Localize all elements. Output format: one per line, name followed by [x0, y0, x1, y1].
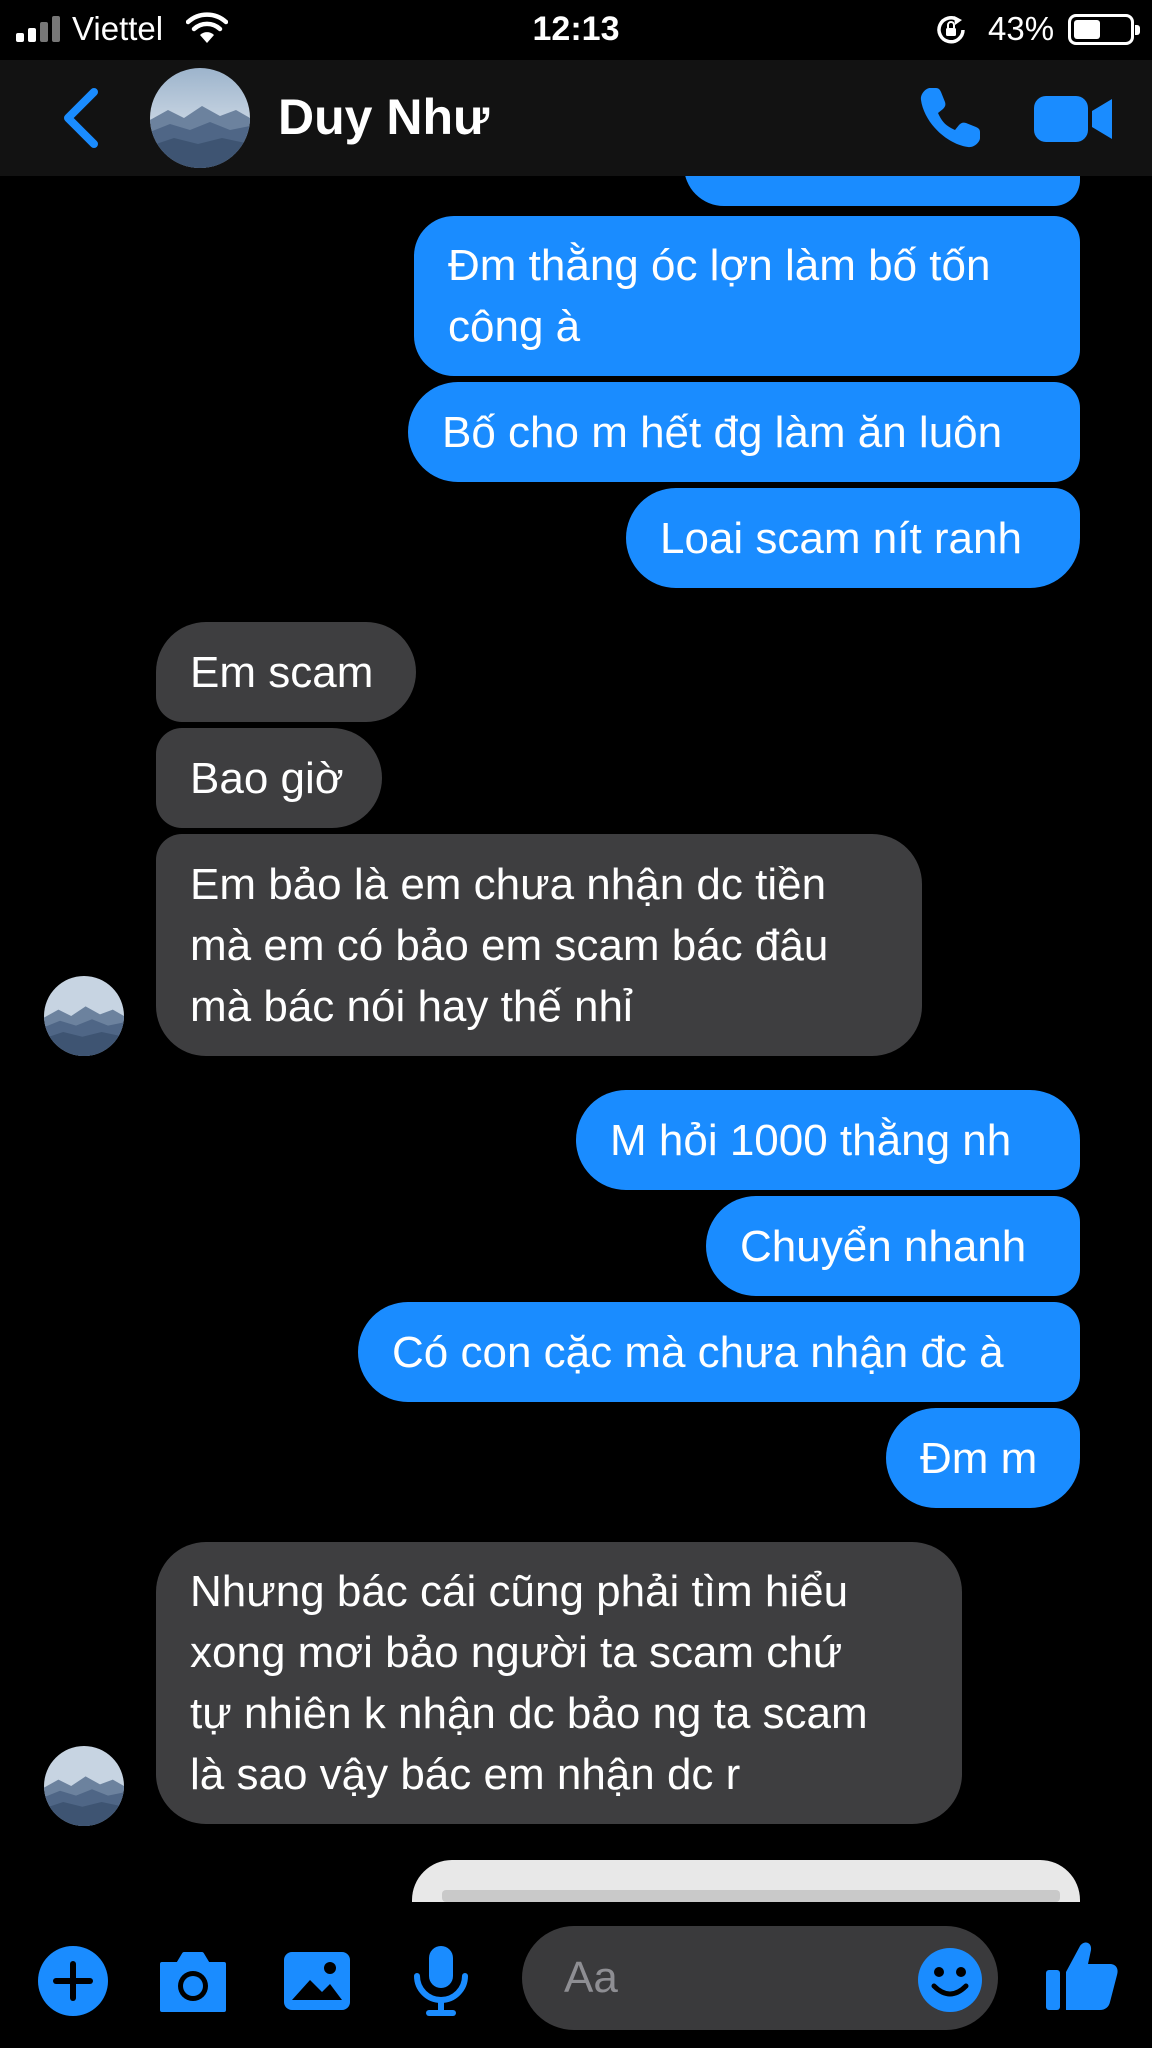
contact-name[interactable]: Duy Như: [278, 88, 489, 146]
message-bubble[interactable]: Em scam: [156, 622, 416, 722]
message-bubble[interactable]: Chuyển nhanh: [706, 1196, 1080, 1296]
battery-percentage: 43%: [988, 10, 1055, 47]
message-text: mà em có bảo em scam bác đâu: [190, 920, 829, 970]
emoji-icon[interactable]: [916, 1946, 984, 2014]
message-input[interactable]: [564, 1926, 894, 2030]
rotation-lock-icon: [937, 16, 965, 44]
message-text: tự nhiên k nhận dc bảo ng ta scam: [190, 1689, 868, 1738]
message-bubble[interactable]: Bao giờ: [156, 728, 382, 828]
message-text: Loai scam nít ranh: [660, 513, 1022, 563]
camera-icon[interactable]: [156, 1944, 230, 2018]
message-bubble[interactable]: Đm m: [886, 1408, 1080, 1508]
message-bubble[interactable]: M hỏi 1000 thằng nh: [576, 1090, 1080, 1190]
message-text: Em bảo là em chưa nhận dc tiền: [190, 859, 827, 909]
image-attachment-preview[interactable]: [412, 1860, 1080, 1902]
sender-avatar[interactable]: [44, 1746, 124, 1826]
phone-icon[interactable]: [916, 82, 986, 152]
back-chevron-icon[interactable]: [56, 86, 106, 150]
composer-bar: [0, 1902, 1152, 2048]
message-text: Bao giờ: [190, 753, 344, 803]
conversation-header: Duy Như: [0, 60, 1152, 176]
message-text: mà bác nói hay thế nhỉ: [190, 981, 633, 1031]
video-camera-icon[interactable]: [1034, 94, 1114, 144]
message-text: Bố cho m hết đg làm ăn luôn: [442, 407, 1003, 457]
status-bar: Viettel 12:13 43%: [0, 0, 1152, 60]
message-bubble[interactable]: Em bảo là em chưa nhận dc tiền mà em có …: [156, 834, 922, 1056]
message-text: công à: [448, 302, 581, 351]
message-bubble[interactable]: Loai scam nít ranh: [626, 488, 1080, 588]
photo-icon[interactable]: [280, 1944, 354, 2018]
message-text: xong mơi bảo người ta scam chứ: [190, 1628, 843, 1677]
message-text: là sao vậy bác em nhận dc r: [190, 1750, 741, 1799]
microphone-icon[interactable]: [404, 1944, 478, 2018]
message-composer[interactable]: [522, 1926, 998, 2030]
message-text: Đm m: [920, 1433, 1038, 1483]
contact-avatar[interactable]: [150, 68, 250, 168]
message-bubble-partial[interactable]: [684, 176, 1080, 206]
message-bubble[interactable]: Có con cặc mà chưa nhận đc à: [358, 1302, 1080, 1402]
message-text: Chuyển nhanh: [740, 1221, 1027, 1271]
message-list[interactable]: Đm thằng óc lợn làm bố tốn công à Bố cho…: [0, 176, 1152, 1902]
battery-icon: [1068, 14, 1140, 45]
sender-avatar[interactable]: [44, 976, 124, 1056]
message-text: Có con cặc mà chưa nhận đc à: [392, 1327, 1004, 1377]
message-text: Nhưng bác cái cũng phải tìm hiểu: [190, 1567, 849, 1616]
message-text: Đm thằng óc lợn làm bố tốn: [448, 241, 991, 290]
message-text: Em scam: [190, 647, 374, 697]
thumbs-up-icon[interactable]: [1044, 1938, 1120, 2014]
message-bubble[interactable]: Đm thằng óc lợn làm bố tốn công à: [414, 216, 1080, 376]
message-text: M hỏi 1000 thằng nh: [610, 1115, 1012, 1165]
status-time: 12:13: [532, 10, 620, 48]
message-bubble[interactable]: Bố cho m hết đg làm ăn luôn: [408, 382, 1080, 482]
message-bubble[interactable]: Nhưng bác cái cũng phải tìm hiểu xong mơ…: [156, 1542, 962, 1824]
plus-icon[interactable]: [36, 1944, 110, 2018]
